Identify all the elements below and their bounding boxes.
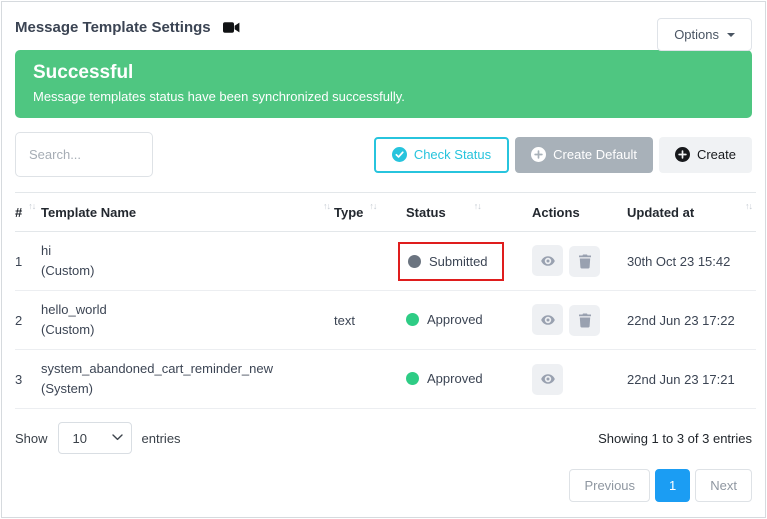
templates-table: # ↑↓ Template Name ↑↓ Type ↑↓ Status ↑↓ Actions U… bbox=[15, 192, 756, 409]
table-row: 1hi(Custom) Submitted 30th Oct 23 15:42 bbox=[15, 232, 756, 291]
alert-title: Successful bbox=[33, 62, 734, 84]
column-header-status[interactable]: Status ↑↓ bbox=[406, 193, 532, 232]
status-dot-icon bbox=[406, 313, 419, 326]
template-name: system_abandoned_cart_reminder_new bbox=[41, 359, 334, 379]
column-header-type[interactable]: Type ↑↓ bbox=[334, 193, 406, 232]
pagination: Previous 1 Next bbox=[15, 469, 752, 502]
updated-at: 30th Oct 23 15:42 bbox=[627, 232, 756, 291]
check-circle-icon bbox=[392, 147, 407, 162]
sort-icon: ↑↓ bbox=[323, 201, 330, 211]
updated-at: 22nd Jun 23 17:22 bbox=[627, 291, 756, 350]
table-row: 3system_abandoned_cart_reminder_new(Syst… bbox=[15, 350, 756, 409]
template-type: text bbox=[334, 291, 406, 350]
create-button[interactable]: Create bbox=[659, 137, 752, 173]
status-dot-icon bbox=[408, 255, 421, 268]
plus-circle-icon bbox=[675, 147, 690, 162]
sort-icon: ↑↓ bbox=[745, 201, 752, 211]
options-button-label: Options bbox=[674, 27, 719, 42]
status-badge: Approved bbox=[406, 371, 483, 386]
column-header-actions: Actions bbox=[532, 193, 627, 232]
template-name: hello_world bbox=[41, 300, 334, 320]
create-default-label: Create Default bbox=[553, 147, 637, 162]
column-label: # bbox=[15, 205, 22, 220]
status-dot-icon bbox=[406, 372, 419, 385]
sort-icon: ↑↓ bbox=[28, 201, 35, 211]
page-header: Message Template Settings Options bbox=[2, 2, 765, 48]
status-label: Approved bbox=[427, 371, 483, 386]
column-label: Updated at bbox=[627, 205, 694, 220]
table-row: 2hello_world(Custom)text Approved 22nd Jun… bbox=[15, 291, 756, 350]
video-camera-icon bbox=[223, 21, 240, 34]
row-number: 3 bbox=[15, 350, 41, 409]
template-category: (Custom) bbox=[41, 320, 334, 340]
entries-summary: Showing 1 to 3 of 3 entries bbox=[598, 431, 752, 446]
previous-page-button[interactable]: Previous bbox=[569, 469, 650, 502]
column-header-name[interactable]: Template Name ↑↓ bbox=[41, 193, 334, 232]
options-button[interactable]: Options bbox=[657, 18, 752, 51]
create-default-button[interactable]: Create Default bbox=[515, 137, 653, 173]
check-status-label: Check Status bbox=[414, 147, 491, 162]
table-body: 1hi(Custom)Submitted30th Oct 23 15:422he… bbox=[15, 232, 756, 409]
page-size-select[interactable]: 10 bbox=[58, 422, 132, 454]
column-label: Type bbox=[334, 205, 363, 220]
status-badge: Approved bbox=[406, 312, 483, 327]
plus-circle-icon bbox=[531, 147, 546, 162]
view-button[interactable] bbox=[532, 364, 563, 395]
column-label: Status bbox=[406, 205, 446, 220]
status-badge-highlighted: Submitted bbox=[398, 242, 504, 281]
status-label: Approved bbox=[427, 312, 483, 327]
updated-at: 22nd Jun 23 17:21 bbox=[627, 350, 756, 409]
table-toolbar: Check Status Create Default Create bbox=[15, 132, 752, 177]
trash-icon bbox=[578, 313, 592, 328]
row-number: 2 bbox=[15, 291, 41, 350]
page-size-select-wrap: 10 bbox=[58, 422, 132, 454]
next-page-button[interactable]: Next bbox=[695, 469, 752, 502]
eye-icon bbox=[540, 312, 556, 328]
chevron-down-icon bbox=[727, 33, 735, 41]
page-title: Message Template Settings bbox=[15, 19, 211, 36]
sort-icon: ↑↓ bbox=[474, 201, 481, 211]
page-1-button[interactable]: 1 bbox=[655, 469, 690, 502]
view-button[interactable] bbox=[532, 245, 563, 276]
eye-icon bbox=[540, 253, 556, 269]
sort-icon: ↑↓ bbox=[369, 201, 376, 211]
eye-icon bbox=[540, 371, 556, 387]
column-header-num[interactable]: # ↑↓ bbox=[15, 193, 41, 232]
column-label: Template Name bbox=[41, 205, 136, 220]
template-name: hi bbox=[41, 241, 334, 261]
view-button[interactable] bbox=[532, 304, 563, 335]
delete-button[interactable] bbox=[569, 246, 600, 277]
message-template-settings-page: Message Template Settings Options Succes… bbox=[1, 1, 766, 518]
show-label: Show bbox=[15, 431, 48, 446]
column-header-updated[interactable]: Updated at ↑↓ bbox=[627, 193, 756, 232]
template-type bbox=[334, 350, 406, 409]
alert-message: Message templates status have been synch… bbox=[33, 89, 734, 104]
entries-label: entries bbox=[142, 431, 181, 446]
create-label: Create bbox=[697, 147, 736, 162]
status-label: Submitted bbox=[429, 254, 488, 269]
trash-icon bbox=[578, 254, 592, 269]
search-input[interactable] bbox=[15, 132, 153, 177]
check-status-button[interactable]: Check Status bbox=[374, 137, 509, 173]
delete-button[interactable] bbox=[569, 305, 600, 336]
success-alert: Successful Message templates status have… bbox=[15, 50, 752, 118]
column-label: Actions bbox=[532, 205, 580, 220]
table-header-row: # ↑↓ Template Name ↑↓ Type ↑↓ Status ↑↓ Actions U… bbox=[15, 193, 756, 232]
row-number: 1 bbox=[15, 232, 41, 291]
template-type bbox=[334, 232, 406, 291]
template-category: (System) bbox=[41, 379, 334, 399]
table-footer: Show 10 entries Showing 1 to 3 of 3 entr… bbox=[15, 422, 752, 454]
template-category: (Custom) bbox=[41, 261, 334, 281]
